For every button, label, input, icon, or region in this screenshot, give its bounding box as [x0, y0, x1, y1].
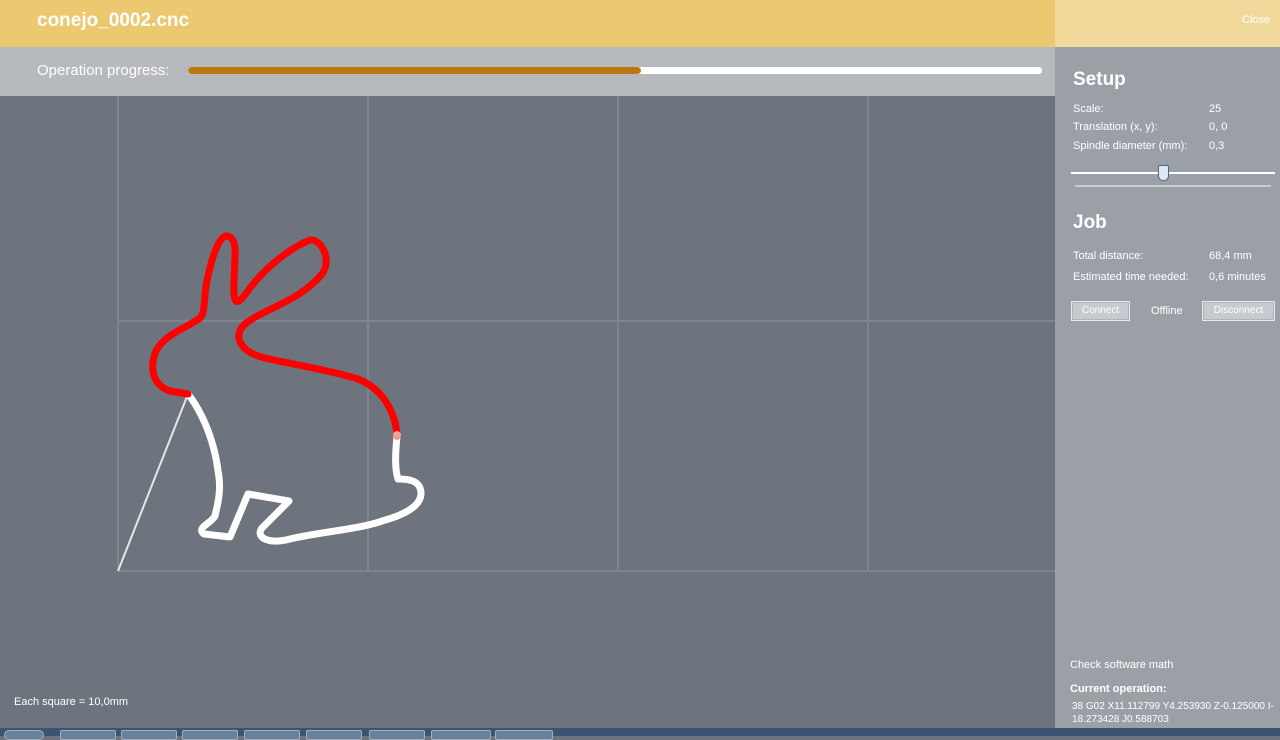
taskbar-item[interactable]: [182, 730, 238, 740]
translation-value: 0, 0: [1209, 121, 1228, 133]
scale-value: 25: [1209, 103, 1222, 115]
progress-panel: Operation progress:: [0, 47, 1055, 96]
taskbar-item[interactable]: [60, 730, 116, 740]
cut-toolpath: [149, 232, 401, 440]
translation-row: Translation (x, y): 0, 0: [1073, 121, 1227, 133]
taskbar-item[interactable]: [369, 730, 425, 740]
distance-label: Total distance:: [1073, 250, 1144, 262]
taskbar-item[interactable]: [431, 730, 491, 740]
connection-status: Offline: [1151, 305, 1183, 317]
close-button[interactable]: Close: [1242, 14, 1270, 26]
toolpath-svg: [117, 96, 1055, 572]
time-value: 0,6 minutes: [1209, 271, 1266, 283]
progress-fill: [188, 67, 641, 74]
spindle-value: 0,3: [1209, 140, 1225, 152]
spindle-row: Spindle diameter (mm): 0,3: [1073, 140, 1224, 152]
taskbar-item[interactable]: [306, 730, 362, 740]
grid-scale-note: Each square = 10,0mm: [14, 696, 129, 708]
taskbar-item[interactable]: [244, 730, 300, 740]
check-math-link[interactable]: Check software math: [1070, 659, 1173, 671]
progress-track: [188, 67, 1042, 74]
tool-head-marker: [393, 431, 401, 439]
start-button[interactable]: [4, 730, 44, 740]
scale-row: Scale: 25: [1073, 103, 1221, 115]
spindle-slider-rail: [1075, 185, 1271, 187]
current-operation-value: 38 G02 X11.112799 Y4.253930 Z-0.125000 I…: [1072, 701, 1274, 725]
distance-row: Total distance: 68,4 mm: [1073, 250, 1252, 262]
setup-heading: Setup: [1073, 69, 1126, 90]
travel-move-line: [117, 393, 189, 572]
title-bar: conejo_0002.cnc: [0, 0, 1055, 47]
taskbar-item[interactable]: [121, 730, 177, 740]
sidebar: Setup Scale: 25 Translation (x, y): 0, 0…: [1055, 47, 1280, 736]
toolpath-canvas[interactable]: Each square = 10,0mm: [0, 96, 1055, 736]
distance-value: 68,4 mm: [1209, 250, 1252, 262]
spindle-label: Spindle diameter (mm):: [1073, 140, 1188, 152]
grid: [117, 96, 1055, 572]
time-row: Estimated time needed: 0,6 minutes: [1073, 271, 1266, 283]
spindle-slider-thumb[interactable]: [1157, 165, 1169, 181]
disconnect-button[interactable]: Disconnect: [1202, 301, 1275, 321]
spindle-slider-track[interactable]: [1071, 172, 1275, 174]
job-heading: Job: [1073, 212, 1107, 233]
pending-toolpath: [184, 390, 425, 545]
close-area: Close: [1055, 0, 1280, 47]
taskbar-item[interactable]: [495, 730, 553, 740]
os-taskbar: [0, 728, 1280, 740]
window-title: conejo_0002.cnc: [37, 10, 190, 31]
translation-label: Translation (x, y):: [1073, 121, 1158, 133]
time-label: Estimated time needed:: [1073, 271, 1189, 283]
connect-button[interactable]: Connect: [1071, 301, 1130, 321]
scale-label: Scale:: [1073, 103, 1104, 115]
progress-label: Operation progress:: [37, 62, 170, 79]
current-operation-heading: Current operation:: [1070, 683, 1167, 695]
